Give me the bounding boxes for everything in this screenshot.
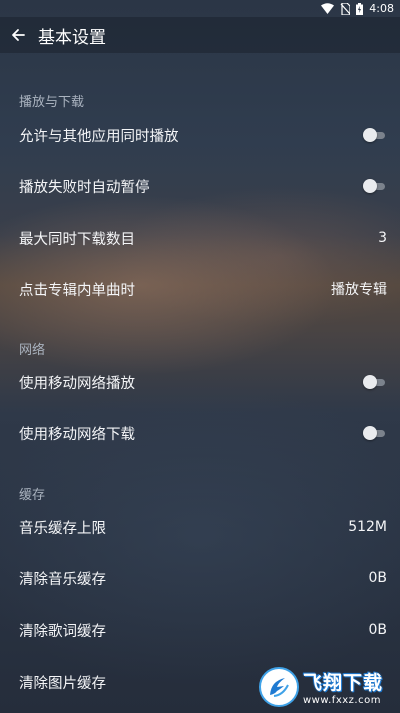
toggle-switch[interactable]: [363, 375, 387, 389]
setting-label: 允许与其他应用同时播放: [19, 128, 179, 145]
setting-label: 点击专辑内单曲时: [19, 282, 135, 299]
setting-row-mobile-network-download[interactable]: 使用移动网络下载: [0, 413, 400, 453]
setting-row-music-cache-limit[interactable]: 音乐缓存上限 512M: [0, 507, 400, 547]
setting-label: 清除歌词缓存: [19, 623, 106, 640]
section-header-cache: 缓存: [19, 488, 46, 503]
setting-label: 最大同时下载数目: [19, 231, 135, 248]
wifi-icon: [321, 3, 335, 14]
section-header-playback-download: 播放与下载: [19, 95, 85, 110]
back-button[interactable]: [0, 17, 36, 53]
setting-value: 0B: [368, 622, 387, 638]
setting-row-mobile-network-playback[interactable]: 使用移动网络播放: [0, 362, 400, 402]
setting-label: 音乐缓存上限: [19, 520, 106, 537]
setting-label: 清除音乐缓存: [19, 571, 106, 588]
setting-row-clear-lyrics-cache[interactable]: 清除歌词缓存 0B: [0, 610, 400, 650]
battery-icon: [356, 2, 364, 15]
setting-value: 播放专辑: [331, 282, 387, 298]
setting-label: 使用移动网络播放: [19, 375, 135, 392]
page-title: 基本设置: [38, 27, 106, 48]
toggle-switch[interactable]: [363, 426, 387, 440]
status-time: 4:08: [369, 2, 394, 15]
setting-value: 3: [378, 230, 387, 246]
section-header-network: 网络: [19, 343, 46, 358]
toggle-switch[interactable]: [363, 128, 387, 142]
setting-row-album-track-click[interactable]: 点击专辑内单曲时 播放专辑: [0, 269, 400, 309]
toggle-thumb: [363, 426, 377, 440]
setting-label: 清除图片缓存: [19, 675, 106, 692]
watermark: 飞翔下载 www.fxxz.com: [259, 664, 396, 709]
setting-row-allow-concurrent-playback[interactable]: 允许与其他应用同时播放: [0, 115, 400, 155]
toggle-thumb: [363, 179, 377, 193]
arrow-left-icon: [12, 29, 25, 41]
setting-row-max-downloads[interactable]: 最大同时下载数目 3: [0, 218, 400, 258]
setting-value: 512M: [348, 519, 387, 535]
toggle-switch[interactable]: [363, 179, 387, 193]
no-sim-icon: [340, 2, 351, 15]
status-bar: 4:08: [0, 0, 400, 17]
watermark-logo-icon: [259, 666, 299, 707]
toggle-thumb: [363, 375, 377, 389]
setting-row-clear-music-cache[interactable]: 清除音乐缓存 0B: [0, 558, 400, 598]
toggle-thumb: [363, 128, 377, 142]
setting-label: 使用移动网络下载: [19, 426, 135, 443]
setting-label: 播放失败时自动暂停: [19, 179, 150, 196]
watermark-url: www.fxxz.com: [303, 694, 381, 706]
setting-value: 0B: [368, 570, 387, 586]
setting-row-auto-pause-on-failure[interactable]: 播放失败时自动暂停: [0, 166, 400, 206]
app-bar: 基本设置: [0, 17, 400, 53]
watermark-title: 飞翔下载: [303, 671, 384, 694]
